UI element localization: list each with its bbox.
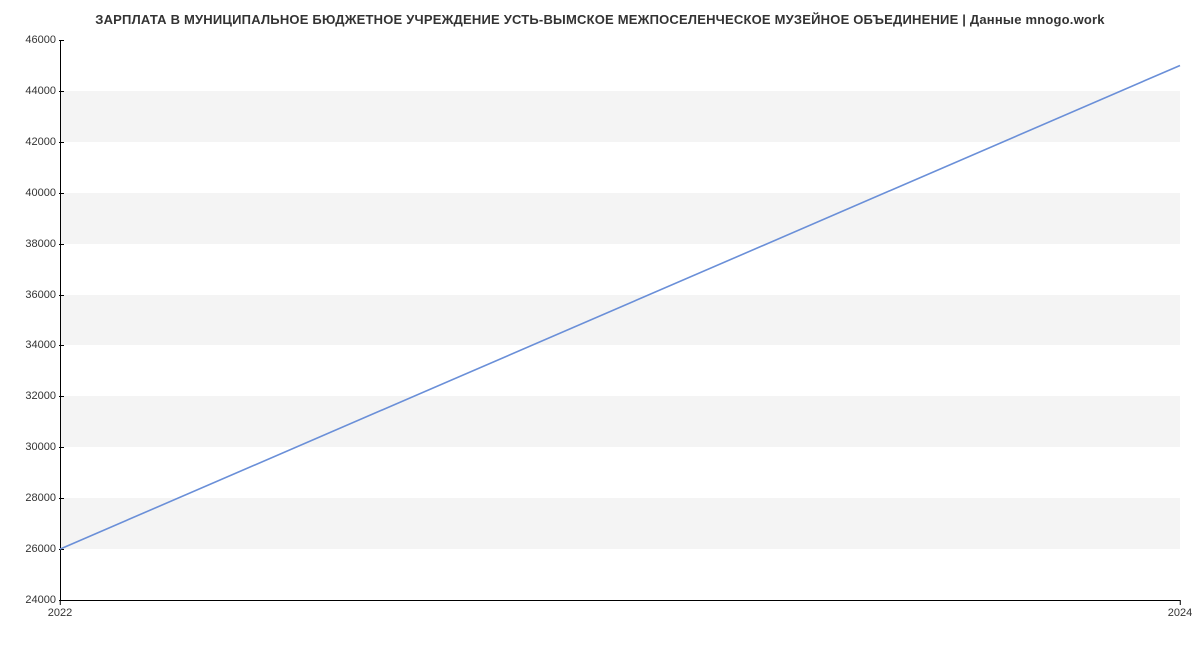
data-line-layer [60,40,1180,600]
y-tick-label: 40000 [6,187,56,199]
x-tick-label: 2022 [48,607,72,619]
chart-title: ЗАРПЛАТА В МУНИЦИПАЛЬНОЕ БЮДЖЕТНОЕ УЧРЕЖ… [0,12,1200,27]
data-line [60,65,1180,549]
x-tick-mark [60,600,61,605]
y-tick-label: 38000 [6,238,56,250]
y-tick-label: 28000 [6,492,56,504]
y-tick-label: 32000 [6,390,56,402]
y-tick-label: 30000 [6,441,56,453]
x-axis-line [60,600,1180,601]
x-tick-label: 2024 [1168,607,1192,619]
y-tick-label: 26000 [6,543,56,555]
y-tick-label: 44000 [6,85,56,97]
y-tick-label: 34000 [6,339,56,351]
y-tick-label: 24000 [6,594,56,606]
y-tick-label: 36000 [6,289,56,301]
y-tick-label: 46000 [6,34,56,46]
chart-container: ЗАРПЛАТА В МУНИЦИПАЛЬНОЕ БЮДЖЕТНОЕ УЧРЕЖ… [0,0,1200,650]
x-tick-mark [1180,600,1181,605]
y-tick-label: 42000 [6,136,56,148]
